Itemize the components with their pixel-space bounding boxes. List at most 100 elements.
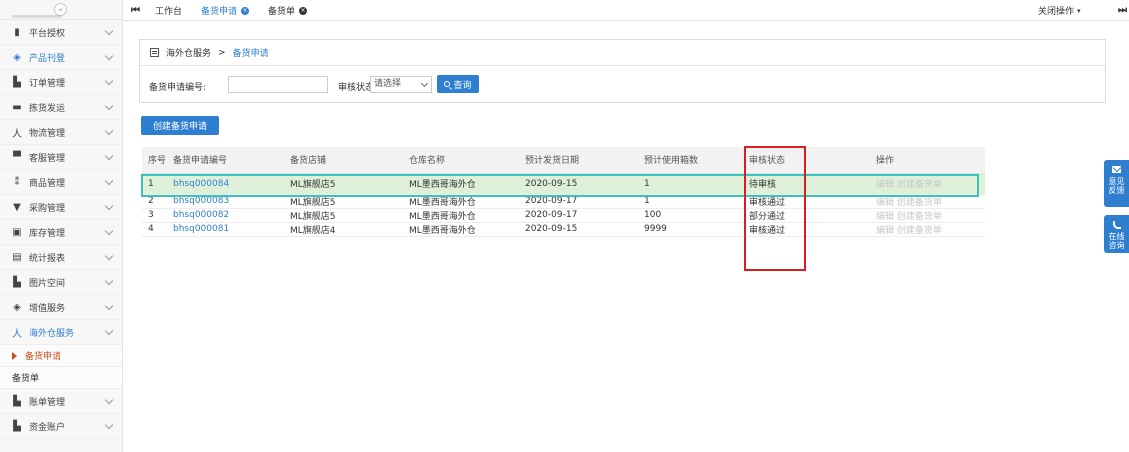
sidebar-subitem-stock-request[interactable]: 备货申请 bbox=[0, 345, 122, 367]
skip-back-icon[interactable]: ⏮ bbox=[131, 5, 140, 16]
create-stock-request-button[interactable]: 创建备货申请 bbox=[141, 116, 219, 135]
sidebar-item-label: 采购管理 bbox=[29, 203, 66, 214]
headset-icon: ▀ bbox=[13, 151, 21, 163]
sidebar-item-platform-auth[interactable]: ▮ 平台授权 bbox=[0, 20, 122, 45]
cell-warehouse: ML墨西哥海外仓 bbox=[403, 173, 519, 195]
cell-boxes: 1 bbox=[638, 194, 743, 209]
chevron-down-icon bbox=[104, 176, 114, 186]
sidebar-item-picking[interactable]: ▬ 拣货发运 bbox=[0, 95, 122, 120]
code-input[interactable] bbox=[228, 76, 328, 93]
chevron-down-icon bbox=[104, 101, 114, 111]
cell-code-link[interactable]: bhsq000081 bbox=[167, 222, 284, 237]
cell-date: 2020-09-17 bbox=[519, 194, 638, 209]
tab-label: 备货申请 bbox=[201, 7, 238, 17]
col-header-code: 备货申请编号 bbox=[167, 147, 284, 174]
cube-icon: ◈ bbox=[13, 301, 21, 313]
cell-status: 待审核 bbox=[743, 173, 870, 195]
breadcrumb-current: 备货申请 bbox=[232, 49, 269, 59]
chevron-down-icon bbox=[104, 420, 114, 430]
sidebar-item-customer-service[interactable]: ▀ 客服管理 bbox=[0, 145, 122, 170]
cell-code-link[interactable]: bhsq000083 bbox=[167, 194, 284, 209]
col-header-shop: 备货店铺 bbox=[284, 147, 403, 174]
cell-ops[interactable]: 编辑 创建备货单 bbox=[870, 208, 985, 223]
sidebar-item-overseas-warehouse[interactable]: 人 海外仓服务 bbox=[0, 320, 122, 345]
sidebar-item-image-space[interactable]: ▙ 图片空间 bbox=[0, 270, 122, 295]
file-icon: ▙ bbox=[13, 276, 21, 288]
search-icon bbox=[444, 81, 451, 87]
feedback-button[interactable]: 意见 反馈 bbox=[1104, 160, 1129, 207]
sidebar-item-label: 产品刊登 bbox=[29, 53, 66, 64]
cell-ops[interactable]: 编辑 创建备货单 bbox=[870, 173, 985, 195]
cell-ops[interactable]: 编辑 创建备货单 bbox=[870, 222, 985, 237]
tab-label: 备货单 bbox=[268, 7, 296, 17]
table-row[interactable]: 3 bhsq000082 ML旗舰店5 ML墨西哥海外仓 2020-09-17 … bbox=[142, 208, 985, 223]
sidebar-item-label: 库存管理 bbox=[29, 228, 66, 239]
online-consult-button[interactable]: 在线 咨询 bbox=[1104, 215, 1129, 253]
sidebar-item-label: 图片空间 bbox=[29, 278, 66, 289]
cell-ops[interactable]: 编辑 创建备货单 bbox=[870, 194, 985, 209]
table-row[interactable]: 1 bhsq000084 ML旗舰店5 ML墨西哥海外仓 2020-09-15 … bbox=[142, 173, 985, 195]
search-button[interactable]: 查询 bbox=[437, 75, 479, 93]
cell-warehouse: ML墨西哥海外仓 bbox=[403, 208, 519, 223]
chevron-down-icon bbox=[104, 26, 114, 36]
sidebar-item-reports[interactable]: ▤ 统计报表 bbox=[0, 245, 122, 270]
table-icon: ▤ bbox=[12, 251, 22, 263]
breadcrumb-parent[interactable]: 海外仓服务 bbox=[166, 46, 211, 59]
close-icon[interactable]: × bbox=[241, 6, 250, 15]
sidebar-item-label: 物流管理 bbox=[29, 128, 66, 139]
tab-stock-request[interactable]: 备货申请 × bbox=[201, 0, 250, 21]
status-select[interactable]: 请选择 bbox=[370, 76, 432, 93]
skip-forward-icon[interactable]: ⏭ bbox=[1118, 5, 1127, 16]
cell-index: 1 bbox=[142, 173, 167, 195]
sidebar-subitem-label: 备货申请 bbox=[25, 352, 62, 362]
cube-icon: ◈ bbox=[13, 51, 21, 63]
col-header-status: 审核状态 bbox=[743, 147, 870, 174]
chevron-down-icon bbox=[104, 251, 114, 261]
col-header-ops: 操作 bbox=[870, 147, 985, 174]
chevron-down-icon bbox=[104, 326, 114, 336]
sidebar-item-value-added[interactable]: ◈ 增值服务 bbox=[0, 295, 122, 320]
caret-right-icon bbox=[12, 351, 17, 360]
chevron-down-icon bbox=[104, 276, 114, 286]
sidebar: « ▮ 平台授权 ◈ 产品刊登 ▙ 订单管理 ▬ 拣货发运 人 物流管理 ▀ 客… bbox=[0, 0, 123, 452]
cart-icon: ▼ bbox=[13, 201, 21, 213]
sidebar-item-billing[interactable]: ▙ 账单管理 bbox=[0, 389, 122, 414]
sidebar-item-inventory[interactable]: ▣ 库存管理 bbox=[0, 220, 122, 245]
file-icon: ▙ bbox=[13, 76, 21, 88]
search-button-label: 查询 bbox=[453, 80, 472, 91]
sidebar-item-label: 拣货发运 bbox=[29, 103, 66, 114]
table-row[interactable]: 2 bhsq000083 ML旗舰店5 ML墨西哥海外仓 2020-09-17 … bbox=[142, 194, 985, 209]
code-label: 备货申请编号: bbox=[149, 83, 207, 93]
main-content: 海外仓服务 > 备货申请 备货申请编号: 审核状态: 请选择 查询 创建备货申请 bbox=[123, 21, 1129, 452]
sidebar-item-logistics[interactable]: 人 物流管理 bbox=[0, 120, 122, 145]
table-header-row: 序号 备货申请编号 备货店铺 仓库名称 预计发货日期 预计使用箱数 审核状态 操… bbox=[142, 147, 985, 174]
cell-code-link[interactable]: bhsq000084 bbox=[167, 173, 284, 195]
tab-workbench[interactable]: 工作台 bbox=[155, 0, 182, 21]
sidebar-item-label: 海外仓服务 bbox=[29, 328, 75, 339]
chevron-down-icon bbox=[104, 151, 114, 161]
sidebar-item-label: 客服管理 bbox=[29, 153, 66, 164]
feedback-label-1: 意见 bbox=[1108, 177, 1125, 186]
close-icon[interactable]: × bbox=[299, 6, 308, 15]
tab-stock-order[interactable]: 备货单 × bbox=[268, 0, 308, 21]
sidebar-item-orders[interactable]: ▙ 订单管理 bbox=[0, 70, 122, 95]
sidebar-item-label: 统计报表 bbox=[29, 253, 66, 264]
cell-warehouse: ML墨西哥海外仓 bbox=[403, 194, 519, 209]
close-operations-dropdown[interactable]: 关闭操作 ▾ bbox=[1038, 0, 1081, 21]
cell-date: 2020-09-15 bbox=[519, 173, 638, 195]
sidebar-item-product-listing[interactable]: ◈ 产品刊登 bbox=[0, 45, 122, 70]
mail-icon bbox=[1112, 166, 1121, 173]
cell-boxes: 100 bbox=[638, 208, 743, 223]
sidebar-item-funds[interactable]: ▙ 资金账户 bbox=[0, 414, 122, 439]
sidebar-item-goods[interactable]: ⁑ 商品管理 bbox=[0, 170, 122, 195]
sidebar-subitem-stock-order[interactable]: 备货单 bbox=[0, 367, 122, 389]
table-row[interactable]: 4 bhsq000081 ML旗舰店4 ML墨西哥海外仓 2020-09-15 … bbox=[142, 222, 985, 237]
chevron-down-icon: ▾ bbox=[1077, 6, 1081, 15]
cell-code-link[interactable]: bhsq000082 bbox=[167, 208, 284, 223]
col-header-warehouse: 仓库名称 bbox=[403, 147, 519, 174]
consult-label-1: 在线 bbox=[1108, 232, 1125, 241]
person-icon: 人 bbox=[12, 328, 22, 340]
consult-label-2: 咨询 bbox=[1108, 241, 1125, 250]
sidebar-item-purchasing[interactable]: ▼ 采购管理 bbox=[0, 195, 122, 220]
chevron-down-icon bbox=[104, 201, 114, 211]
